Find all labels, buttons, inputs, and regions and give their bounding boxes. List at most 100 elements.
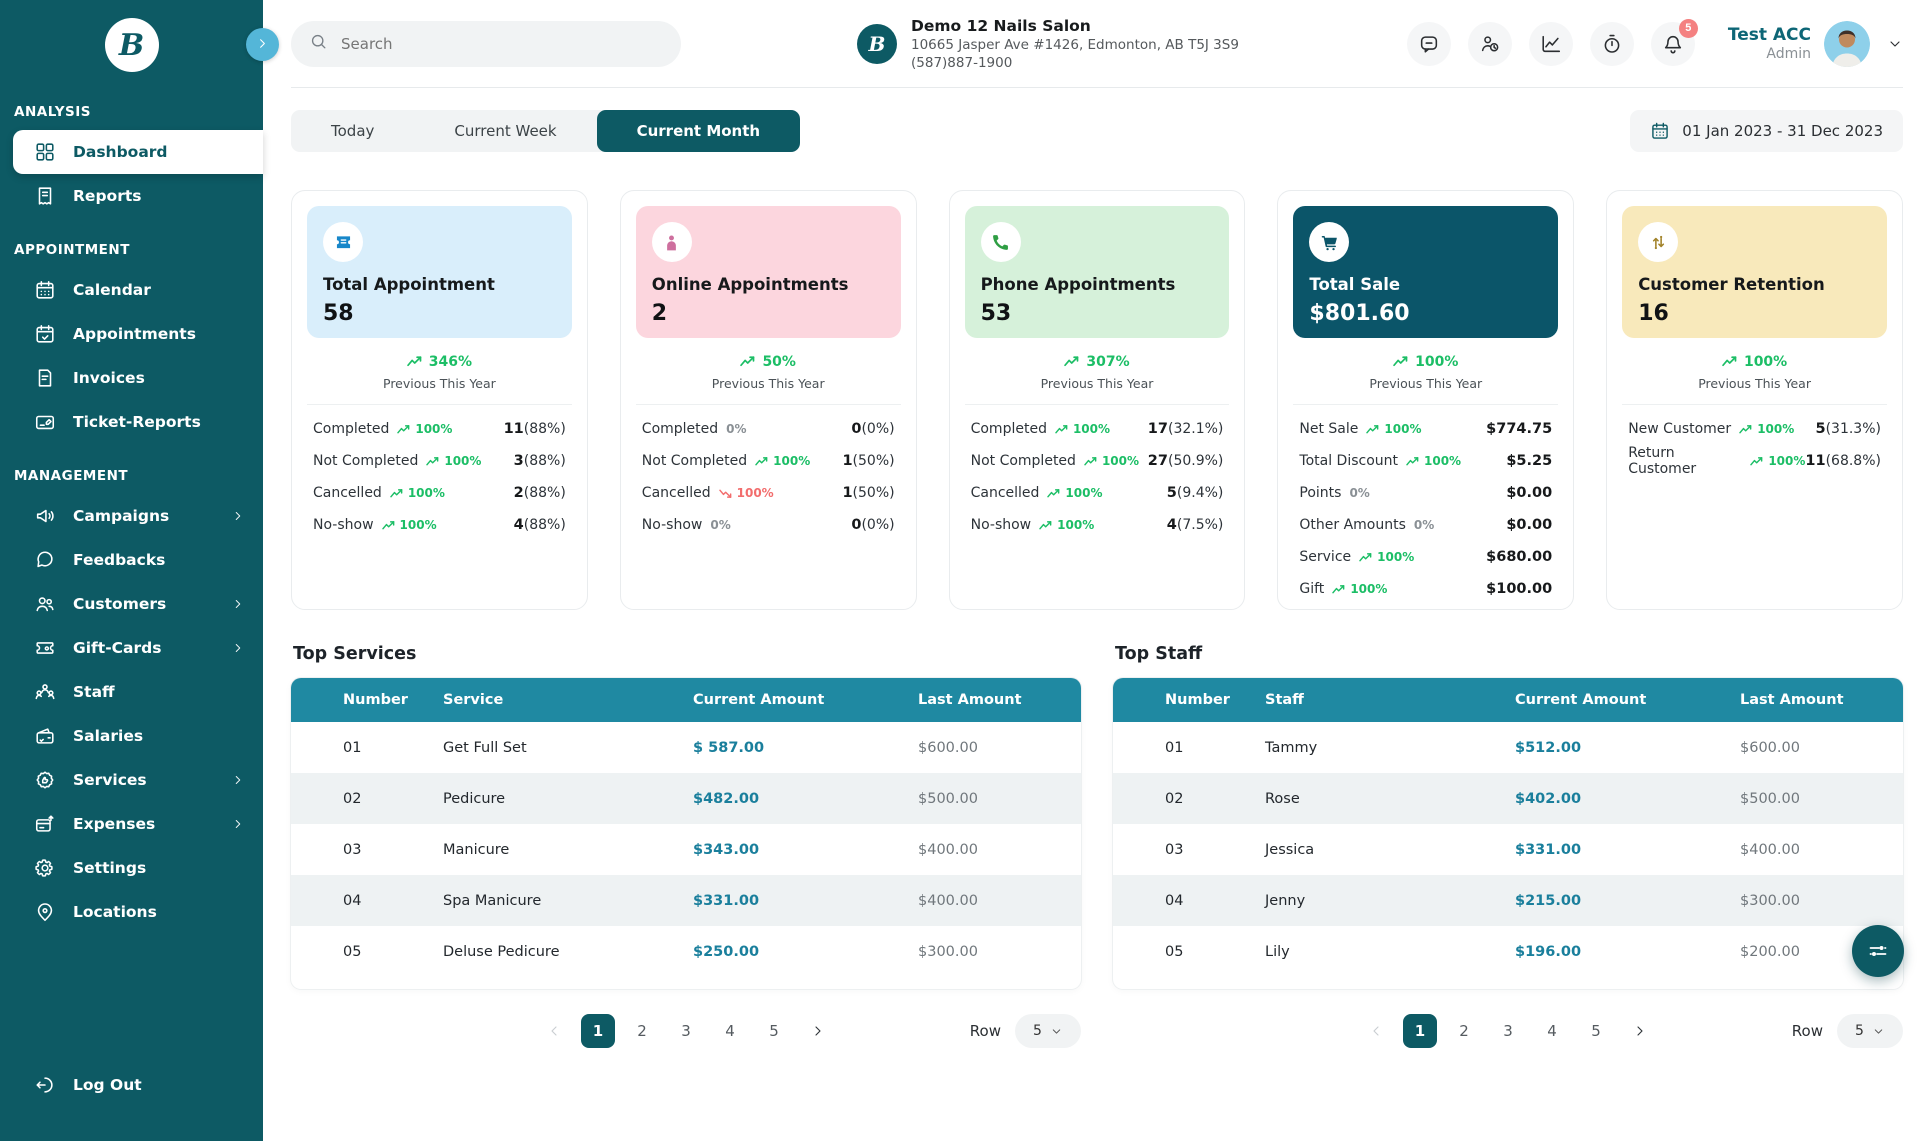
search-input[interactable] [339,34,663,54]
salaries-icon [34,725,56,747]
prev-page-button[interactable] [1359,1014,1393,1048]
cart-filled-icon [1309,222,1349,262]
page-button-2[interactable]: 2 [625,1014,659,1048]
page-button-5[interactable]: 5 [1579,1014,1613,1048]
sidebar-item-feedbacks[interactable]: Feedbacks [0,538,263,582]
page-button-2[interactable]: 2 [1447,1014,1481,1048]
trend-percent: 100% [1415,354,1458,370]
stat-row: Completed100%11(88%) [313,413,566,445]
tab-current-month[interactable]: Current Month [597,110,801,152]
rows-per-page-select[interactable]: 5 [1015,1014,1081,1048]
next-page-button[interactable] [1623,1014,1657,1048]
page-button-1[interactable]: 1 [1403,1014,1437,1048]
expenses-icon [34,813,56,835]
stat-value: 4(7.5%) [1167,517,1224,533]
sidebar-item-customers[interactable]: Customers [0,582,263,626]
chat-button[interactable] [1407,22,1451,66]
table-cell: 04 [291,893,443,909]
table-row: 01Get Full Set$ 587.00$600.00 [291,722,1081,773]
next-page-button[interactable] [801,1014,835,1048]
sidebar-item-expenses[interactable]: Expenses [0,802,263,846]
stat-row-left: Not Completed100% [971,453,1139,469]
stat-label: Completed [971,421,1047,437]
stat-row: Not Completed100%27(50.9%) [971,445,1224,477]
stat-card-tile: Total Appointment58 [307,206,572,338]
stat-row: Not Completed100%1(50%) [642,445,895,477]
table-cell: 03 [291,842,443,858]
sidebar-item-settings[interactable]: Settings [0,846,263,890]
user-name: Test ACC [1728,25,1811,45]
sidebar-item-ticket-reports[interactable]: Ticket-Reports [0,400,263,444]
sidebar-item-dashboard[interactable]: Dashboard [13,130,263,174]
chevron-right-icon [255,36,270,54]
sidebar-item-gift-cards[interactable]: Gift-Cards [0,626,263,670]
sidebar-item-locations[interactable]: Locations [0,890,263,934]
phone-filled-icon [981,222,1021,262]
sidebar-item-label: Staff [73,683,115,701]
page-button-4[interactable]: 4 [1535,1014,1569,1048]
stat-card-tile: Phone Appointments53 [965,206,1230,338]
stat-row-left: No-show100% [313,517,437,533]
trend-label: Previous This Year [636,376,901,391]
person-clock-icon [1479,33,1501,55]
stat-cards: Total Appointment58 346% Previous This Yea… [291,190,1903,610]
rows-per-page-label: Row [1792,1022,1823,1040]
stat-row-left: Service100% [1299,549,1414,565]
sidebar-item-staff[interactable]: Staff [0,670,263,714]
top-staff-block: Top Staff NumberStaffCurrent AmountLast … [1113,644,1903,1049]
stat-value: 11(88%) [504,421,566,437]
sidebar-item-appointments[interactable]: Appointments [0,312,263,356]
dashboard-grid-icon [34,141,56,163]
filter-fab-button[interactable] [1852,925,1904,977]
sidebar-item-label: Reports [73,187,141,205]
page-button-3[interactable]: 3 [669,1014,703,1048]
sidebar-item-label: Gift-Cards [73,639,161,657]
sidebar-item-services[interactable]: Services [0,758,263,802]
chevron-down-icon [1872,1025,1885,1038]
sidebar-item-calendar[interactable]: Calendar [0,268,263,312]
user-menu[interactable]: Test ACC Admin [1728,21,1903,67]
trend-up-icon [1055,424,1068,435]
sidebar-item-campaigns[interactable]: Campaigns [0,494,263,538]
business-info: B Demo 12 Nails Salon 10665 Jasper Ave #… [857,17,1239,71]
stat-row: Completed100%17(32.1%) [971,413,1224,445]
sidebar-item-label: Dashboard [73,143,168,161]
sidebar-item-log-out[interactable]: Log Out [0,1063,263,1107]
rows-per-page: Row 5 [1792,1014,1903,1048]
trend-percent: 346% [429,354,472,370]
stat-card-title: Customer Retention [1638,275,1871,294]
stat-row-left: Total Discount100% [1299,453,1461,469]
page-button-3[interactable]: 3 [1491,1014,1525,1048]
line-chart-button[interactable] [1529,22,1573,66]
stat-card-title: Online Appointments [652,275,885,294]
table-cell: $482.00 [693,791,918,807]
trend-up-icon [755,456,768,467]
tab-current-week[interactable]: Current Week [414,110,596,152]
person-clock-button[interactable] [1468,22,1512,66]
stat-label: Net Sale [1299,421,1358,437]
trend-up-indicator: 50% [740,354,796,370]
page-button-1[interactable]: 1 [581,1014,615,1048]
page-button-5[interactable]: 5 [757,1014,791,1048]
table-cell: 01 [291,740,443,756]
sidebar-item-reports[interactable]: Reports [0,174,263,218]
rows-per-page-select[interactable]: 5 [1837,1014,1903,1048]
date-range-picker[interactable]: 01 Jan 2023 - 31 Dec 2023 [1630,110,1903,152]
tab-today[interactable]: Today [291,110,414,152]
sidebar-item-invoices[interactable]: Invoices [0,356,263,400]
sidebar-item-salaries[interactable]: Salaries [0,714,263,758]
stat-trend: 100% [426,454,481,468]
sidebar-collapse-button[interactable] [246,28,279,61]
table-cell: Manicure [443,842,693,858]
table-cell: $250.00 [693,944,918,960]
stat-row-left: Net Sale100% [1299,421,1421,437]
stopwatch-button[interactable] [1590,22,1634,66]
table-row: 05Deluse Pedicure$250.00$300.00 [291,926,1081,977]
table-cell: $ 587.00 [693,740,918,756]
prev-page-button[interactable] [537,1014,571,1048]
stat-row: New Customer100%5(31.3%) [1628,413,1881,445]
rows-per-page-value: 5 [1855,1023,1864,1039]
bell-button[interactable]: 5 [1651,22,1695,66]
table-row: 05Lily$196.00$200.00 [1113,926,1903,977]
page-button-4[interactable]: 4 [713,1014,747,1048]
